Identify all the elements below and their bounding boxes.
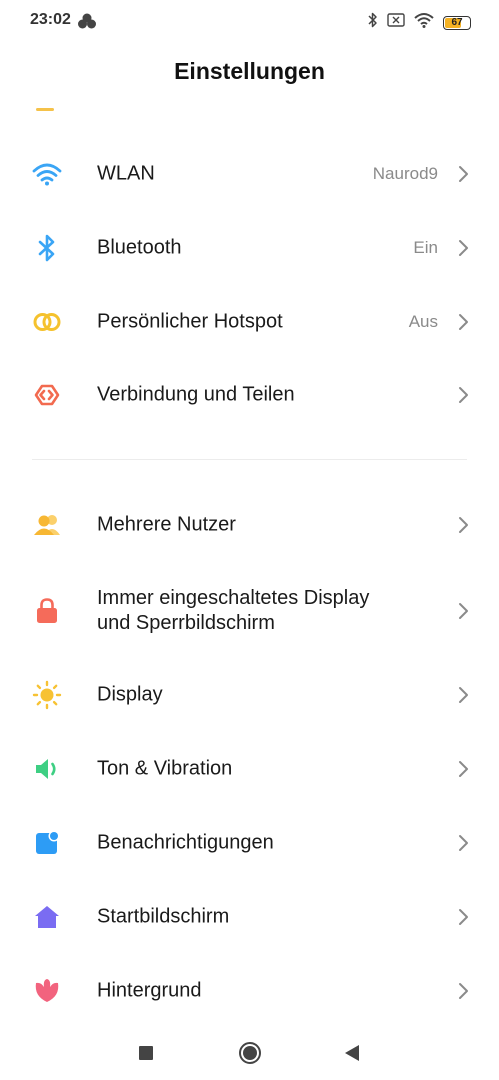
chevron-right-icon bbox=[457, 386, 469, 404]
connection-share-icon bbox=[32, 380, 62, 410]
recents-button[interactable] bbox=[138, 1045, 154, 1061]
settings-item-label-line2: und Sperrbildschirm bbox=[97, 612, 275, 634]
settings-item-label: Display bbox=[97, 683, 163, 706]
tulip-icon bbox=[32, 976, 62, 1006]
chevron-right-icon bbox=[457, 239, 469, 257]
settings-item-wallpaper[interactable]: Hintergrund bbox=[0, 954, 499, 1028]
settings-item-bluetooth[interactable]: Bluetooth Ein bbox=[0, 211, 499, 285]
battery-level: 67 bbox=[451, 16, 463, 28]
status-icons: 67 bbox=[368, 12, 471, 33]
settings-item-value: Ein bbox=[413, 238, 438, 257]
wifi-icon bbox=[32, 159, 62, 189]
settings-item-value: Naurod9 bbox=[372, 164, 438, 183]
no-sim-icon bbox=[387, 13, 405, 32]
settings-item-label: Immer eingeschaltetes Display und Sperrb… bbox=[97, 586, 369, 636]
back-button[interactable] bbox=[344, 1044, 360, 1062]
settings-item-display[interactable]: Display bbox=[0, 658, 499, 732]
chevron-right-icon bbox=[457, 686, 469, 704]
bluetooth-icon bbox=[32, 233, 62, 263]
section-divider bbox=[32, 459, 467, 460]
settings-item-label: Hintergrund bbox=[97, 979, 202, 1002]
bluetooth-icon bbox=[368, 12, 378, 33]
partial-scrolled-icon bbox=[36, 108, 54, 111]
settings-item-label: Startbildschirm bbox=[97, 905, 230, 928]
chevron-right-icon bbox=[457, 760, 469, 778]
hotspot-icon bbox=[32, 307, 62, 337]
page-title: Einstellungen bbox=[174, 58, 325, 84]
settings-item-label: Verbindung und Teilen bbox=[97, 383, 295, 406]
settings-item-multiple-users[interactable]: Mehrere Nutzer bbox=[0, 488, 499, 562]
navigation-bar bbox=[0, 1025, 499, 1080]
home-icon bbox=[32, 902, 62, 932]
settings-item-sound-vibration[interactable]: Ton & Vibration bbox=[0, 732, 499, 806]
settings-item-wlan[interactable]: WLAN Naurod9 bbox=[0, 137, 499, 211]
settings-item-value: Aus bbox=[408, 312, 438, 331]
settings-item-always-on-display[interactable]: Immer eingeschaltetes Display und Sperrb… bbox=[0, 574, 499, 648]
chevron-right-icon bbox=[457, 602, 469, 620]
battery-body: 67 bbox=[443, 15, 471, 30]
settings-item-label: Mehrere Nutzer bbox=[97, 513, 236, 536]
status-bar: 23:02 67 bbox=[0, 0, 499, 44]
users-icon bbox=[32, 510, 62, 540]
notification-icon bbox=[32, 828, 62, 858]
chevron-right-icon bbox=[457, 834, 469, 852]
chevron-right-icon bbox=[457, 516, 469, 534]
settings-item-connection-sharing[interactable]: Verbindung und Teilen bbox=[0, 358, 499, 432]
settings-item-label: Ton & Vibration bbox=[97, 757, 233, 780]
lock-icon bbox=[32, 596, 62, 626]
cloud-icon bbox=[78, 13, 96, 34]
home-button[interactable] bbox=[238, 1041, 262, 1065]
settings-item-label: Persönlicher Hotspot bbox=[97, 310, 283, 333]
chevron-right-icon bbox=[457, 165, 469, 183]
battery-icon: 67 bbox=[443, 15, 471, 30]
settings-item-label: Benachrichtigungen bbox=[97, 831, 274, 854]
settings-item-home-screen[interactable]: Startbildschirm bbox=[0, 880, 499, 954]
settings-item-notifications[interactable]: Benachrichtigungen bbox=[0, 806, 499, 880]
sun-icon bbox=[32, 680, 62, 710]
chevron-right-icon bbox=[457, 313, 469, 331]
settings-item-label: WLAN bbox=[97, 162, 155, 185]
settings-item-label-line1: Immer eingeschaltetes Display bbox=[97, 587, 370, 609]
speaker-icon bbox=[32, 754, 62, 784]
wifi-icon bbox=[414, 12, 434, 33]
status-time: 23:02 bbox=[30, 11, 71, 28]
settings-item-hotspot[interactable]: Persönlicher Hotspot Aus bbox=[0, 285, 499, 359]
chevron-right-icon bbox=[457, 982, 469, 1000]
settings-item-label: Bluetooth bbox=[97, 236, 182, 259]
chevron-right-icon bbox=[457, 908, 469, 926]
